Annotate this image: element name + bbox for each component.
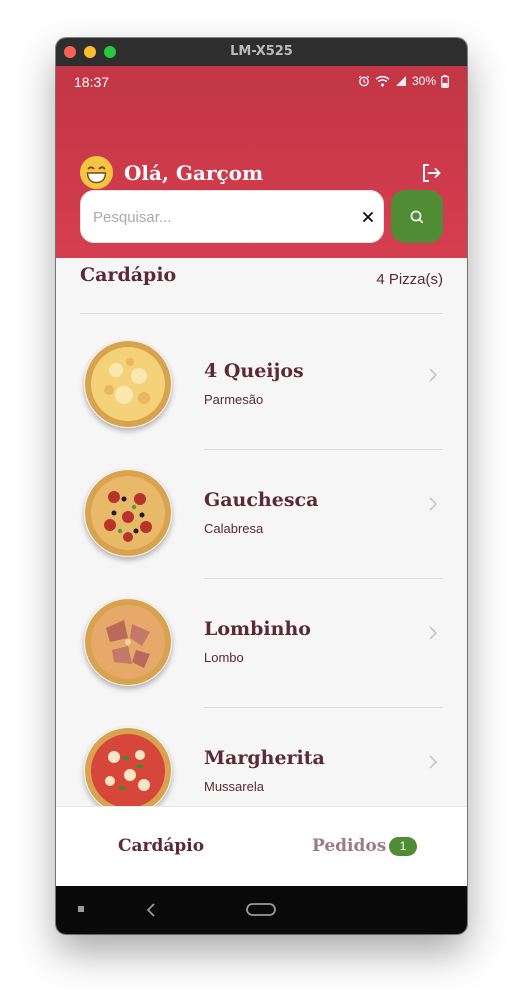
search-button[interactable] (391, 190, 443, 243)
item-description: Calabresa (204, 521, 264, 536)
chevron-right-icon (429, 368, 438, 382)
pizza-margherita-image (85, 728, 171, 814)
greeting-title: Olá, Garçom (124, 161, 264, 185)
list-item[interactable]: Gauchesca Calabresa (56, 443, 467, 579)
pizza-gauchesca-image (85, 470, 171, 556)
smiling-emoji-icon (80, 156, 113, 189)
battery-icon (441, 74, 449, 88)
chevron-right-icon (429, 626, 438, 640)
status-time: 18:37 (74, 74, 110, 90)
window-titlebar: LM-X525 (56, 38, 467, 66)
search-icon (410, 210, 424, 223)
window-title: LM-X525 (230, 44, 293, 59)
tab-cardapio[interactable]: Cardápio (118, 836, 204, 856)
close-icon[interactable] (360, 209, 376, 225)
orders-badge: 1 (389, 837, 417, 856)
android-navigation-bar (56, 886, 467, 934)
alarm-icon (358, 75, 370, 87)
item-description: Parmesão (204, 392, 264, 407)
bottom-navigation: Cardápio Pedidos 1 (56, 806, 467, 886)
item-name: Margherita (204, 747, 325, 769)
pizza-count: 4 Pizza(s) (376, 271, 443, 288)
recent-apps-icon[interactable] (78, 906, 86, 914)
item-description: Lombo (204, 650, 244, 665)
item-name: 4 Queijos (204, 360, 304, 382)
item-name: Gauchesca (204, 489, 319, 511)
status-icons: 30% (358, 74, 449, 88)
list-item[interactable]: Lombinho Lombo (56, 572, 467, 708)
menu-title: Cardápio (80, 264, 177, 286)
search-field (80, 190, 384, 243)
wifi-icon (375, 75, 390, 87)
item-name: Lombinho (204, 618, 311, 640)
pizza-4-queijos-image (85, 341, 171, 427)
item-description: Mussarela (204, 779, 264, 794)
chevron-right-icon (429, 497, 438, 511)
battery-level: 30% (411, 74, 436, 88)
pizza-lombinho-image (85, 599, 171, 685)
list-item[interactable]: 4 Queijos Parmesão (56, 314, 467, 450)
back-icon[interactable] (146, 902, 156, 918)
signal-icon (395, 76, 406, 86)
home-icon[interactable] (246, 903, 276, 917)
tab-pedidos[interactable]: Pedidos (312, 836, 386, 856)
chevron-right-icon (429, 755, 438, 769)
logout-icon[interactable] (420, 162, 442, 184)
search-input[interactable] (93, 205, 343, 229)
device-window: LM-X525 18:37 30% Olá, Garçom Cardápio 4… (56, 38, 467, 934)
